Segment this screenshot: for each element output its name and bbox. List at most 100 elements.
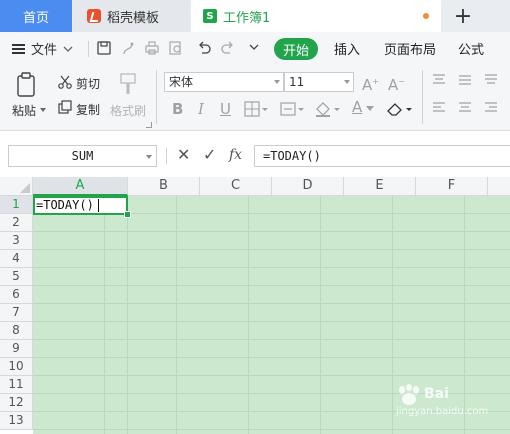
caret-down-icon <box>146 155 152 159</box>
divider <box>88 41 89 57</box>
row-header-6[interactable]: 6 <box>0 286 33 304</box>
font-size-select[interactable]: 11 <box>284 72 354 92</box>
name-box[interactable]: SUM <box>8 145 157 167</box>
watermark-url: jingyan.baidu.com <box>396 406 489 417</box>
caret-down-icon <box>344 80 350 84</box>
merge-cells-icon[interactable] <box>280 101 304 117</box>
export-pdf-icon[interactable] <box>120 40 136 56</box>
hamburger-icon <box>12 43 25 54</box>
tab-templates-label: 稻壳模板 <box>107 10 160 26</box>
decrease-font-icon[interactable]: A− <box>388 74 405 93</box>
clipboard-dialog-launcher[interactable] <box>146 122 152 128</box>
row-header-3[interactable]: 3 <box>0 232 33 250</box>
column-header-f[interactable]: F <box>416 177 488 196</box>
column-header-d[interactable]: D <box>272 177 344 196</box>
align-right-icon[interactable] <box>484 102 498 114</box>
paste-icon[interactable] <box>14 72 40 98</box>
unsaved-dot-icon[interactable] <box>423 13 429 19</box>
column-header-c[interactable]: C <box>200 177 272 196</box>
italic-button[interactable]: I <box>198 101 204 117</box>
align-left-icon[interactable] <box>432 102 446 114</box>
menu-insert-tab[interactable]: 插入 <box>334 39 360 58</box>
ribbon-home: 粘贴 剪切 复制 格式刷 宋体 11 A+ A− B I U A <box>0 66 510 131</box>
copy-button[interactable]: 复制 <box>76 101 100 118</box>
row-header-12[interactable]: 12 <box>0 394 33 412</box>
column-header-a[interactable]: A <box>33 177 128 196</box>
select-all-corner[interactable] <box>0 177 33 196</box>
tab-home-label: 首页 <box>22 10 49 26</box>
row-header-9[interactable]: 9 <box>0 340 33 358</box>
borders-icon[interactable] <box>244 101 268 117</box>
plus-icon: + <box>453 3 473 29</box>
caret-down-icon[interactable] <box>366 106 374 111</box>
spreadsheet-icon: S <box>203 9 217 23</box>
eraser-icon[interactable] <box>386 101 414 117</box>
tab-templates[interactable]: 稻壳模板 <box>73 0 190 32</box>
tab-bar: 首页 稻壳模板 S 工作簿1 + <box>0 0 510 32</box>
active-cell-text: =TODAY() <box>36 198 94 212</box>
row-header-11[interactable]: 11 <box>0 376 33 394</box>
file-menu[interactable]: 文件 <box>12 39 73 58</box>
menu-page-layout-tab[interactable]: 页面布局 <box>384 39 436 58</box>
column-header-g[interactable] <box>488 177 510 196</box>
formula-bar: SUM ✕ ✓ fx =TODAY() <box>0 137 510 177</box>
baidu-watermark: Bai jingyan.baidu.com <box>388 382 508 428</box>
insert-function-icon[interactable]: fx <box>229 146 242 164</box>
align-middle-icon[interactable] <box>458 74 472 86</box>
copy-icon <box>58 100 72 114</box>
align-center-icon[interactable] <box>458 102 472 114</box>
row-header-2[interactable]: 2 <box>0 214 33 232</box>
increase-font-icon[interactable]: A+ <box>362 74 379 93</box>
align-bottom-icon[interactable] <box>484 74 498 86</box>
cancel-icon[interactable]: ✕ <box>177 146 190 164</box>
print-icon[interactable] <box>144 40 160 56</box>
format-painter-button[interactable]: 格式刷 <box>110 102 146 119</box>
format-painter-icon <box>120 73 136 94</box>
tab-home[interactable]: 首页 <box>0 0 72 32</box>
font-name-select[interactable]: 宋体 <box>164 72 284 92</box>
docer-logo-icon <box>87 9 101 23</box>
formula-input[interactable]: =TODAY() <box>254 145 510 167</box>
new-tab-button[interactable]: + <box>446 0 480 32</box>
file-menu-label: 文件 <box>31 43 58 58</box>
formula-input-value: =TODAY() <box>263 149 321 163</box>
column-header-b[interactable]: B <box>128 177 200 196</box>
confirm-icon[interactable]: ✓ <box>203 146 216 164</box>
menu-formulas-tab[interactable]: 公式 <box>458 39 484 58</box>
scissors-icon <box>58 75 72 89</box>
caret-down-icon <box>274 80 280 84</box>
customize-toolbar-icon[interactable] <box>246 40 262 56</box>
cut-button[interactable]: 剪切 <box>76 75 100 92</box>
undo-icon[interactable] <box>196 40 212 56</box>
print-preview-icon[interactable] <box>168 40 184 56</box>
paste-button[interactable]: 粘贴 <box>12 102 36 119</box>
row-header-8[interactable]: 8 <box>0 322 33 340</box>
name-box-value: SUM <box>71 149 94 163</box>
bold-button[interactable]: B <box>172 101 183 117</box>
row-header-10[interactable]: 10 <box>0 358 33 376</box>
menu-start-tab[interactable]: 开始 <box>274 38 318 60</box>
row-header-1[interactable]: 1 <box>0 196 33 214</box>
row-header-5[interactable]: 5 <box>0 268 33 286</box>
divider <box>166 148 167 164</box>
fill-color-icon[interactable] <box>314 101 340 117</box>
font-color-button[interactable]: A <box>352 99 362 115</box>
save-icon[interactable] <box>96 40 112 56</box>
tab-workbook[interactable]: S 工作簿1 <box>191 0 441 32</box>
row-header-13[interactable]: 13 <box>0 412 33 430</box>
corner-triangle-icon <box>20 183 30 193</box>
row-header-7[interactable]: 7 <box>0 304 33 322</box>
caret-down-icon[interactable] <box>40 108 46 112</box>
text-cursor <box>97 199 99 212</box>
divider <box>156 70 157 124</box>
column-header-e[interactable]: E <box>344 177 416 196</box>
fill-handle[interactable] <box>124 211 131 218</box>
redo-icon[interactable] <box>220 40 236 56</box>
underline-button[interactable]: U <box>220 101 231 117</box>
row-header-4[interactable]: 4 <box>0 250 33 268</box>
menu-bar: 文件 开始 插入 页面布局 公式 <box>0 32 510 66</box>
chevron-down-icon <box>63 46 73 52</box>
active-cell-a1[interactable]: =TODAY() <box>33 196 128 215</box>
menu-start-label: 开始 <box>282 43 309 59</box>
align-top-icon[interactable] <box>432 74 446 86</box>
